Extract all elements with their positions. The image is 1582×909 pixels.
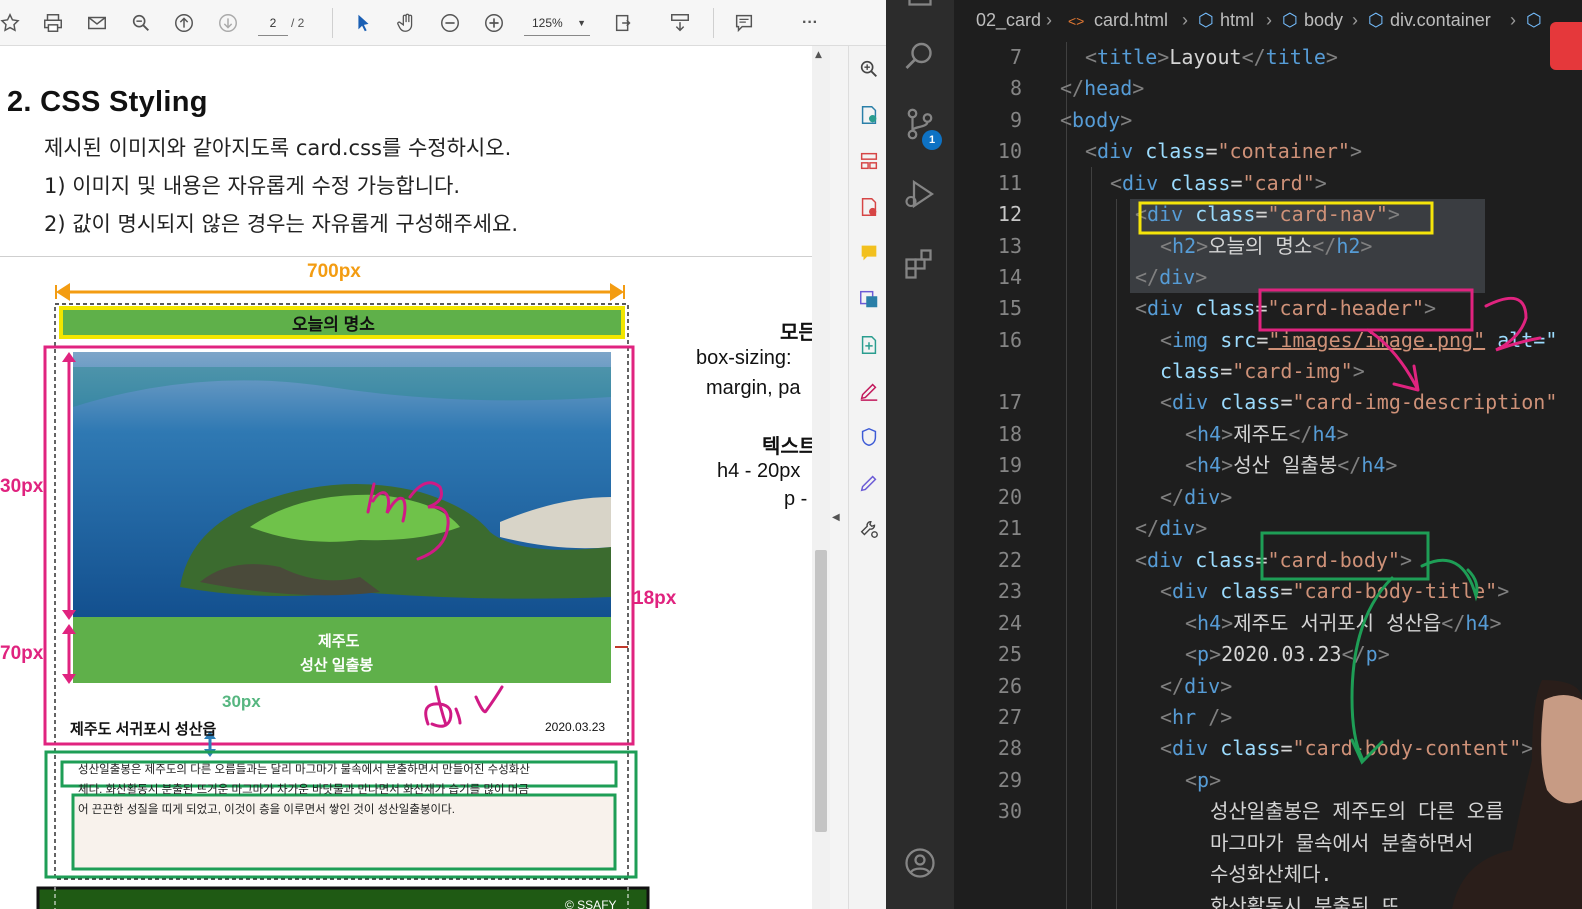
zoom-select[interactable]: 125% ▼ [524,10,590,36]
side-note: 텍스트 [762,436,812,458]
more-tools-icon[interactable] [856,516,882,542]
pdf-viewer: 2 / 2 125% ▼ ··· 2. CSS Styling 제시된 이미지와 … [0,0,886,909]
mail-icon[interactable] [83,9,111,37]
bookmark-star-icon[interactable] [0,9,24,37]
scroll-mode-icon[interactable] [666,9,694,37]
presenter-webcam [1452,680,1582,909]
body-title: 제주도 서귀포시 성산읍 [70,721,217,738]
scroll-up-arrow-icon[interactable]: ▲ [815,50,822,60]
instruction-line: 1) 이미지 및 내용은 자유롭게 수정 가능합니다. [44,174,461,198]
page-down-icon[interactable] [214,9,242,37]
side-note: p - [784,488,808,510]
fill-sign-icon[interactable] [856,378,882,404]
instruction-line: 2) 값이 명시되지 않은 경우는 자유롭게 구성해주세요. [44,212,518,236]
page-fit-icon[interactable] [610,9,638,37]
page-up-icon[interactable] [170,9,198,37]
hand-tool-icon[interactable] [393,9,421,37]
create-pdf-icon[interactable] [856,194,882,220]
body-text: 성산일출봉은 제주도의 다른 오름들과는 달리 마그마가 물속에서 분출하면서 … [78,764,530,776]
bottom-gap-label: 30px [222,692,261,711]
instruction-line: 제시된 이미지와 같아지도록 card.css를 수정하시오. [44,136,512,160]
side-note: h4 - 20px [717,460,801,482]
zoom-value: 125% [532,16,563,30]
right-gap-label: 18px [633,588,677,609]
comment-icon[interactable] [730,9,758,37]
organize-pages-icon[interactable] [856,148,882,174]
more-options-icon[interactable]: ··· [796,9,824,37]
body-date: 2020.03.23 [545,720,606,734]
img-caption: 제주도 [318,633,360,650]
export-pdf-icon[interactable] [856,102,882,128]
pdf-scrollbar-thumb[interactable] [815,550,827,832]
page-number-input[interactable]: 2 [258,10,288,36]
nav-title: 오늘의 명소 [292,315,375,334]
side-note: 모든 [780,322,812,344]
zoom-in-icon[interactable] [480,9,508,37]
chevron-down-icon: ▼ [577,18,586,28]
signature-pen-icon[interactable] [856,470,882,496]
protect-shield-icon[interactable] [856,424,882,450]
comment-tool-icon[interactable] [856,240,882,266]
page-total: / 2 [291,16,305,30]
toolbar-divider [332,8,333,38]
live-indicator [1550,22,1582,70]
pdf-toolbar: 2 / 2 125% ▼ ··· [0,0,886,46]
convert-icon[interactable] [856,332,882,358]
side-note: box-sizing: [696,347,792,369]
collapse-panel-icon[interactable]: ◀ [832,512,840,523]
page-heading: 2. CSS Styling [7,86,208,118]
zoom-out-icon[interactable] [436,9,464,37]
img-height-label: 30px [0,476,44,497]
body-text: 체다. 화산활동시 분출된 뜨거운 마그마가 차가운 바닷물과 만나면서 화산재… [78,784,529,796]
toolbar-divider [713,8,714,38]
side-note: margin, pa [706,377,801,399]
select-cursor-icon[interactable] [349,9,377,37]
desc-height-label: 70px [0,643,44,664]
print-icon[interactable] [39,9,67,37]
body-text: 어 끈끈한 성질을 띠게 되었고, 이것이 층을 이루면서 쌓인 것이 성산일출… [78,804,455,816]
width-label: 700px [307,261,361,282]
find-zoom-icon[interactable] [127,9,155,37]
edit-pdf-icon[interactable] [856,286,882,312]
pdf-page: 2. CSS Styling 제시된 이미지와 같아지도록 card.css를 … [0,46,812,909]
footer-text: © SSAFY [565,898,617,909]
img-caption: 성산 일출봉 [300,657,374,674]
zoom-tool-icon[interactable] [856,56,882,82]
